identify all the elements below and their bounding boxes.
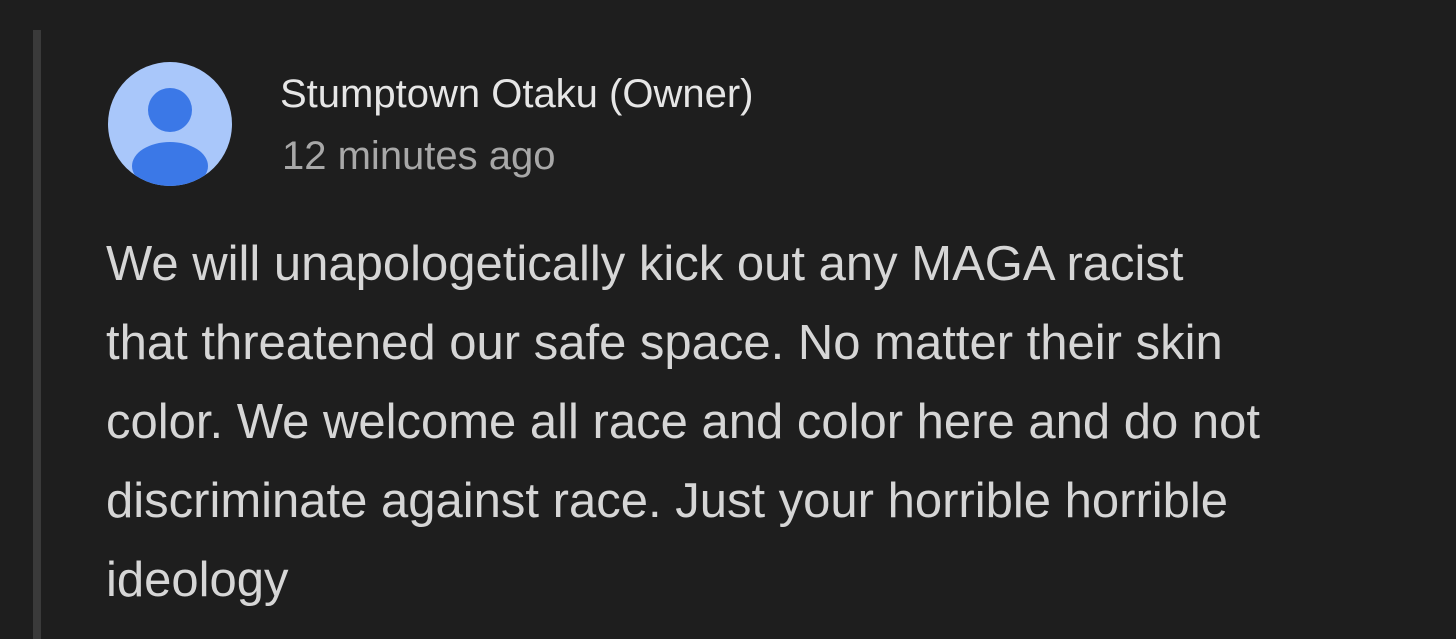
comment-body: We will unapologetically kick out any MA… (106, 237, 1260, 607)
thread-line (33, 30, 41, 639)
avatar[interactable] (108, 62, 232, 186)
person-icon (132, 88, 208, 186)
comment-card: Stumptown Otaku (Owner) 12 minutes ago W… (0, 0, 1456, 639)
comment-timestamp: 12 minutes ago (282, 134, 556, 178)
author-name[interactable]: Stumptown Otaku (Owner) (280, 70, 754, 118)
